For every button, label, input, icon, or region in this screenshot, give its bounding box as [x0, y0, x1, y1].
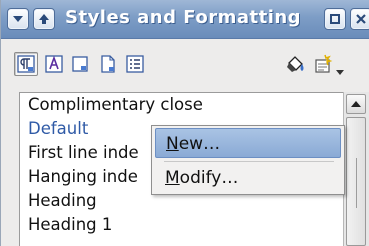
list-item-selected[interactable]: Default	[28, 117, 88, 141]
close-icon	[356, 14, 366, 24]
context-menu: New… Modify…	[151, 125, 345, 195]
menu-item-mnemonic: N	[166, 134, 179, 154]
menu-item-modify[interactable]: Modify…	[155, 163, 341, 193]
arrow-up-icon	[351, 101, 361, 107]
scroll-thumb[interactable]	[346, 117, 366, 246]
window-menu-button[interactable]	[7, 8, 29, 30]
menu-item-new[interactable]: New…	[155, 128, 341, 158]
styles-and-formatting-window: Styles and Formatting Complimentary clos…	[0, 0, 369, 246]
paragraph-styles-button[interactable]	[14, 52, 38, 76]
list-item[interactable]: Heading 1	[28, 213, 112, 237]
title-bar[interactable]: Styles and Formatting	[1, 0, 369, 39]
list-styles-button[interactable]	[123, 52, 147, 76]
character-styles-button[interactable]	[42, 52, 66, 76]
list-item[interactable]: First line inde	[28, 141, 139, 165]
fill-format-mode-icon	[287, 56, 304, 72]
menu-item-label: ew…	[178, 134, 221, 154]
list-styles-icon	[126, 55, 144, 73]
menu-separator	[164, 161, 334, 162]
scroll-up-button[interactable]	[346, 94, 366, 114]
style-toolbar	[2, 40, 369, 86]
chevron-down-icon	[336, 70, 344, 75]
thumb-grip	[356, 158, 357, 208]
fill-format-mode-button[interactable]	[284, 52, 308, 76]
shade-button[interactable]	[33, 8, 55, 30]
arrow-up-icon	[39, 14, 49, 24]
page-styles-icon	[101, 55, 115, 73]
menu-item-label: odify…	[179, 168, 239, 188]
menu-item-mnemonic: M	[165, 168, 180, 188]
frame-styles-icon	[72, 56, 88, 72]
maximize-icon	[330, 14, 340, 24]
window-title: Styles and Formatting	[65, 7, 302, 28]
new-style-dropdown-arrow[interactable]	[336, 61, 344, 80]
list-item[interactable]: Complimentary close	[28, 93, 203, 117]
new-style-from-selection-icon	[315, 54, 333, 73]
maximize-button[interactable]	[324, 8, 346, 30]
frame-styles-button[interactable]	[68, 52, 92, 76]
close-button[interactable]	[350, 8, 369, 30]
list-item[interactable]: Hanging inde	[28, 165, 138, 189]
new-style-from-selection-button[interactable]	[311, 52, 335, 76]
list-item[interactable]: Heading	[28, 189, 97, 213]
character-styles-icon	[45, 55, 63, 73]
paragraph-styles-icon	[17, 55, 35, 73]
page-styles-button[interactable]	[96, 52, 120, 76]
vertical-scrollbar[interactable]	[343, 92, 369, 246]
chevron-down-icon	[13, 16, 23, 22]
